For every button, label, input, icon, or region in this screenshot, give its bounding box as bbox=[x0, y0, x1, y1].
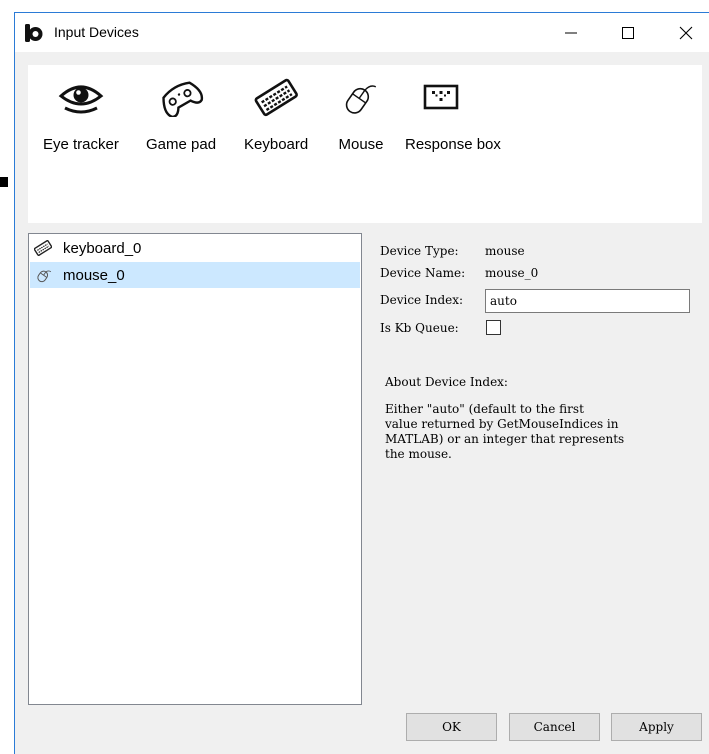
cancel-button[interactable]: Cancel bbox=[509, 713, 600, 741]
app-logo-icon bbox=[25, 24, 43, 42]
toolbar-game-pad[interactable]: Game pad bbox=[146, 75, 216, 155]
keyboard-icon bbox=[252, 75, 300, 119]
minimize-button[interactable] bbox=[548, 13, 594, 52]
device-type-label: Device Type: bbox=[380, 244, 459, 258]
window-title: Input Devices bbox=[54, 24, 139, 40]
input-devices-window: Input Devices Eye tracker Game pad Keybo… bbox=[14, 12, 709, 754]
toolbar-label: Game pad bbox=[146, 136, 217, 153]
kb-queue-checkbox[interactable] bbox=[486, 320, 501, 335]
list-item-label: keyboard_0 bbox=[63, 239, 142, 257]
about-body: Either "auto" (default to the first valu… bbox=[385, 402, 625, 461]
close-button[interactable] bbox=[663, 13, 709, 52]
toolbar-response-box[interactable]: Response box bbox=[405, 75, 501, 155]
minimize-icon bbox=[565, 32, 577, 33]
device-toolbar: Eye tracker Game pad Keyboard Mouse Resp… bbox=[28, 65, 702, 223]
toolbar-mouse[interactable]: Mouse bbox=[337, 75, 385, 155]
device-index-label: Device Index: bbox=[380, 293, 464, 307]
title-bar[interactable]: Input Devices bbox=[15, 13, 709, 52]
close-icon bbox=[679, 26, 693, 39]
toolbar-label: Mouse bbox=[338, 136, 384, 153]
eye-icon bbox=[57, 75, 105, 119]
kb-queue-label: Is Kb Queue: bbox=[380, 321, 459, 335]
apply-button[interactable]: Apply bbox=[611, 713, 702, 741]
device-type-value: mouse bbox=[485, 244, 525, 258]
list-item-mouse-0[interactable]: mouse_0 bbox=[30, 262, 360, 288]
gamepad-icon bbox=[157, 75, 205, 119]
about-title: About Device Index: bbox=[385, 375, 508, 389]
response-box-icon bbox=[417, 75, 465, 119]
device-name-label: Device Name: bbox=[380, 266, 466, 280]
keyboard-icon bbox=[34, 240, 52, 256]
toolbar-keyboard[interactable]: Keyboard bbox=[244, 75, 308, 155]
list-item-label: mouse_0 bbox=[63, 266, 125, 284]
device-name-value: mouse_0 bbox=[485, 266, 539, 280]
toolbar-label: Response box bbox=[405, 136, 501, 153]
resize-marker bbox=[0, 177, 8, 187]
mouse-icon bbox=[337, 75, 385, 119]
device-list[interactable]: keyboard_0 mouse_0 bbox=[28, 233, 362, 705]
maximize-button[interactable] bbox=[605, 13, 651, 52]
toolbar-label: Keyboard bbox=[244, 136, 309, 153]
toolbar-eye-tracker[interactable]: Eye tracker bbox=[43, 75, 119, 155]
device-index-input[interactable] bbox=[485, 289, 690, 313]
toolbar-label: Eye tracker bbox=[43, 136, 119, 153]
about-device-index: About Device Index: Either "auto" (defau… bbox=[385, 375, 685, 462]
maximize-icon bbox=[622, 26, 634, 39]
mouse-icon bbox=[34, 267, 52, 283]
ok-button[interactable]: OK bbox=[406, 713, 497, 741]
list-item-keyboard-0[interactable]: keyboard_0 bbox=[30, 235, 360, 261]
